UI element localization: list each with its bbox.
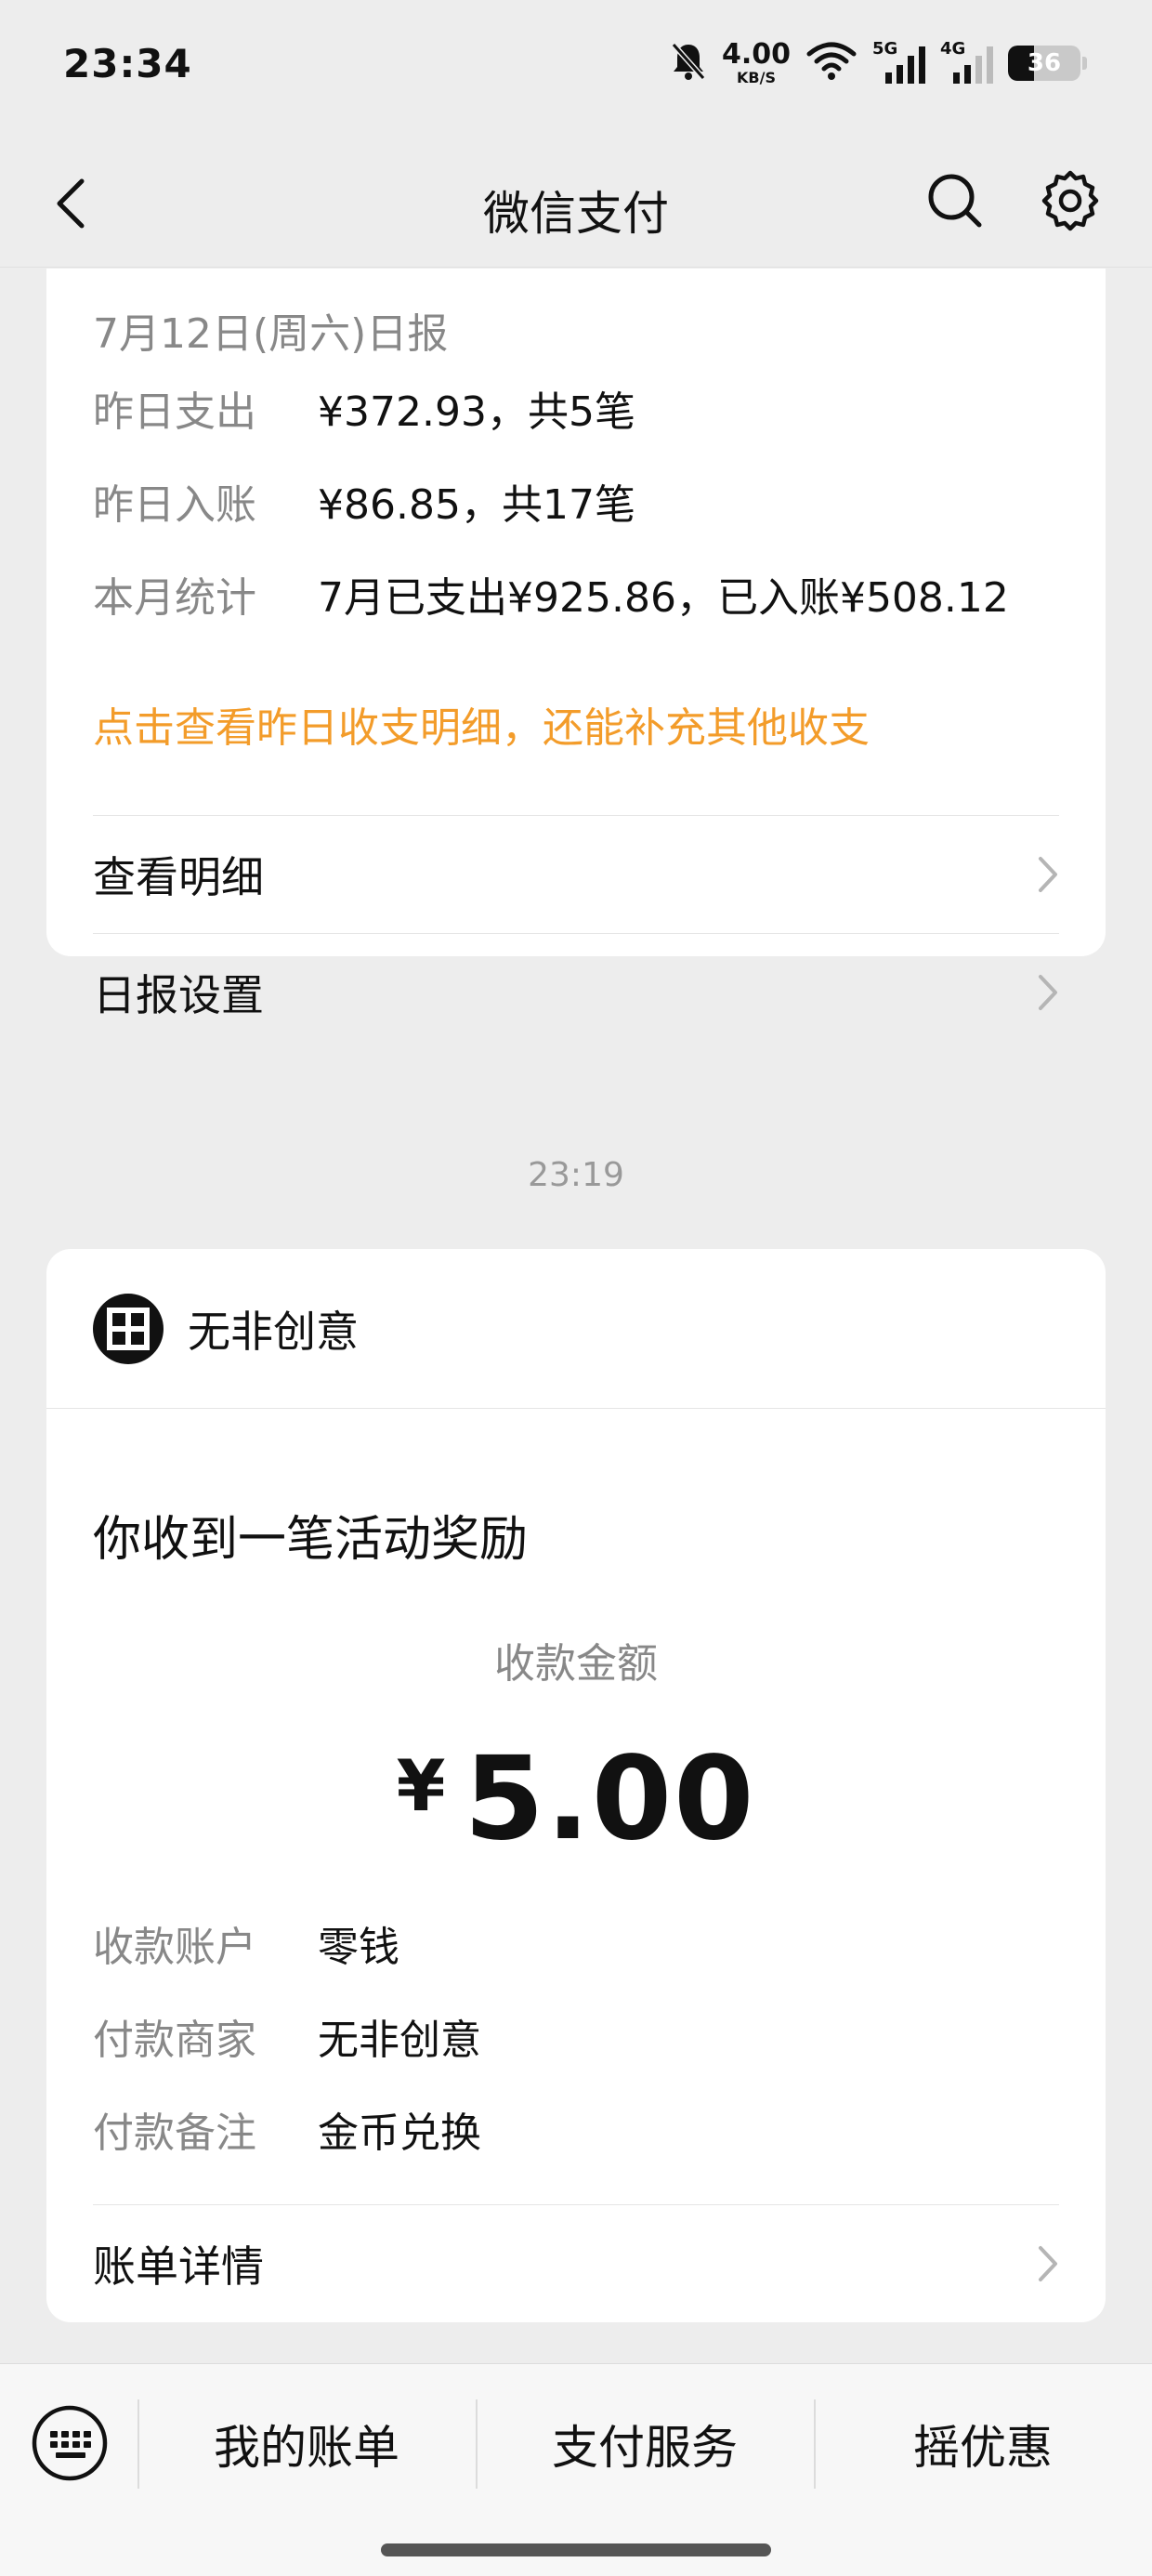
row-value: 零钱 bbox=[318, 1924, 399, 1971]
chevron-right-icon bbox=[1039, 857, 1057, 892]
currency-symbol: ¥ bbox=[396, 1744, 446, 1827]
wifi-icon bbox=[805, 41, 857, 85]
report-row-income: 昨日入账 ¥86.85，共17笔 bbox=[93, 471, 635, 531]
signal-5g-label: 5G bbox=[872, 39, 898, 59]
status-icons: 4.00 KB/S 5G 4G 36 bbox=[670, 37, 1087, 89]
view-detail-row[interactable]: 查看明细 bbox=[93, 816, 1059, 933]
settings-button[interactable] bbox=[1037, 167, 1104, 234]
bottom-menu-bar: 我的账单 支付服务 摇优惠 bbox=[0, 2363, 1152, 2576]
reward-card[interactable]: 无非创意 你收到一笔活动奖励 收款金额 ¥5.00 收款账户 零钱 付款商家 无… bbox=[46, 1249, 1106, 2322]
network-speed-value: 4.00 bbox=[721, 38, 791, 71]
menu-label: 账单详情 bbox=[93, 2241, 264, 2292]
report-settings-row[interactable]: 日报设置 bbox=[93, 934, 1059, 1051]
tab-shake-deals[interactable]: 摇优惠 bbox=[816, 2399, 1150, 2489]
view-yesterday-detail-link[interactable]: 点击查看昨日收支明细，还能补充其他收支 bbox=[93, 694, 870, 754]
bill-detail-row[interactable]: 账单详情 bbox=[93, 2205, 1059, 2322]
row-value: 7月已支出¥925.86，已入账¥508.12 bbox=[318, 574, 1009, 622]
tab-my-bills[interactable]: 我的账单 bbox=[139, 2399, 474, 2489]
row-label: 付款商家 bbox=[93, 2017, 256, 2064]
row-label: 付款备注 bbox=[93, 2109, 256, 2157]
reward-row-merchant: 付款商家 无非创意 bbox=[93, 2006, 481, 2066]
signal-5g-icon: 5G bbox=[872, 39, 925, 84]
merchant-name: 无非创意 bbox=[188, 1307, 359, 1357]
signal-4g-icon: 4G bbox=[940, 39, 993, 84]
settings-icon bbox=[1041, 170, 1099, 231]
chevron-right-icon bbox=[1039, 2246, 1057, 2281]
reward-title: 你收到一笔活动奖励 bbox=[93, 1512, 529, 1568]
menu-label: 查看明细 bbox=[93, 852, 264, 902]
merchant-logo-icon bbox=[93, 1294, 164, 1364]
battery-cap bbox=[1082, 57, 1087, 70]
row-label: 昨日入账 bbox=[93, 481, 256, 529]
signal-4g-label: 4G bbox=[940, 39, 966, 59]
search-button[interactable] bbox=[922, 167, 988, 234]
report-date: 7月12日(周六)日报 bbox=[93, 310, 449, 358]
battery-icon: 36 bbox=[1008, 46, 1080, 81]
home-indicator[interactable] bbox=[381, 2543, 771, 2556]
row-label: 昨日支出 bbox=[93, 388, 256, 436]
report-row-monthly: 本月统计 7月已支出¥925.86，已入账¥508.12 bbox=[93, 564, 1009, 624]
reward-row-note: 付款备注 金币兑换 bbox=[93, 2099, 481, 2159]
row-value: ¥86.85，共17笔 bbox=[318, 481, 635, 529]
message-timestamp: 23:19 bbox=[528, 1156, 624, 1194]
search-icon bbox=[928, 174, 982, 228]
chevron-right-icon bbox=[1039, 975, 1057, 1010]
menu-label: 日报设置 bbox=[93, 970, 264, 1020]
battery-level: 36 bbox=[1027, 49, 1062, 77]
daily-report-card[interactable]: 7月12日(周六)日报 昨日支出 ¥372.93，共5笔 昨日入账 ¥86.85… bbox=[46, 269, 1106, 1020]
divider bbox=[46, 1408, 1106, 1409]
row-label: 收款账户 bbox=[93, 1924, 256, 1971]
row-label: 本月统计 bbox=[93, 574, 256, 622]
report-row-expense: 昨日支出 ¥372.93，共5笔 bbox=[93, 378, 635, 438]
merchant-header[interactable]: 无非创意 bbox=[93, 1292, 359, 1366]
network-speed-unit: KB/S bbox=[737, 69, 776, 86]
keyboard-icon bbox=[32, 2405, 108, 2481]
nav-bar: 微信支付 bbox=[0, 139, 1152, 268]
network-speed: 4.00 KB/S bbox=[722, 41, 791, 85]
mute-icon bbox=[670, 41, 707, 85]
status-bar: 23:34 4.00 KB/S 5G 4G 36 bbox=[0, 0, 1152, 139]
amount-display: ¥5.00 bbox=[46, 1732, 1106, 1866]
reward-row-account: 收款账户 零钱 bbox=[93, 1913, 399, 1973]
keyboard-toggle-button[interactable] bbox=[28, 2401, 111, 2485]
amount-label: 收款金额 bbox=[494, 1640, 658, 1688]
tab-payment-services[interactable]: 支付服务 bbox=[478, 2399, 812, 2489]
message-list[interactable]: 7月12日(周六)日报 昨日支出 ¥372.93，共5笔 昨日入账 ¥86.85… bbox=[0, 269, 1152, 2363]
status-time: 23:34 bbox=[63, 41, 192, 86]
row-value: 无非创意 bbox=[318, 2017, 481, 2064]
row-value: ¥372.93，共5笔 bbox=[318, 388, 635, 436]
amount-value: 5.00 bbox=[464, 1732, 756, 1866]
row-value: 金币兑换 bbox=[318, 2109, 481, 2157]
